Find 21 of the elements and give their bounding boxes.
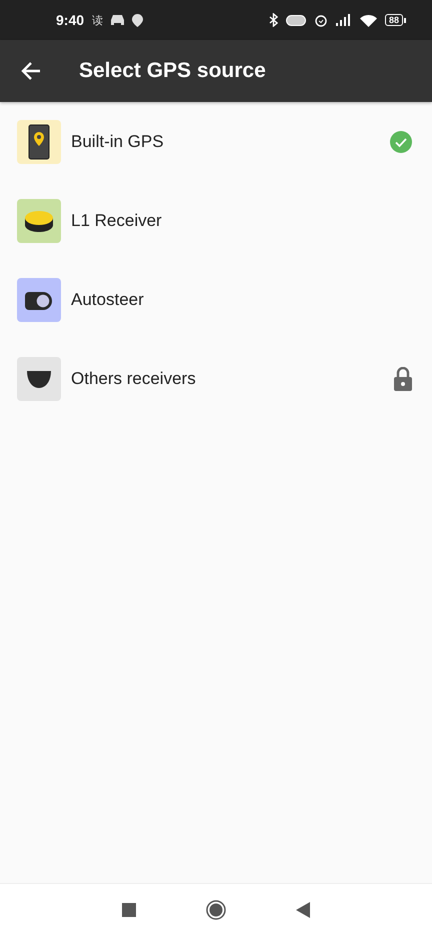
source-label[interactable]: Others receivers (71, 368, 394, 388)
toggle-icon (286, 14, 306, 26)
car-icon (111, 14, 124, 26)
back-nav-button[interactable] (296, 902, 310, 918)
notification-icon: 读 (92, 12, 104, 28)
phone-pin-icon (28, 124, 50, 160)
alarm-icon (314, 13, 328, 27)
source-label[interactable]: Autosteer (71, 290, 412, 310)
signal-icon (336, 14, 352, 26)
source-label[interactable]: L1 Receiver (71, 210, 412, 230)
wifi-icon (360, 14, 377, 26)
source-label[interactable]: Built-in GPS (71, 132, 390, 152)
location-badge-icon (132, 14, 144, 26)
receiver-dome-icon (25, 368, 53, 388)
battery-icon: 88 (384, 14, 406, 26)
screen-title: Select GPS source (79, 59, 266, 83)
bluetooth-icon (268, 13, 278, 27)
back-button[interactable] (20, 60, 42, 82)
receiver-icon (25, 208, 53, 232)
status-time: 9:40 (56, 12, 84, 28)
home-button[interactable] (206, 900, 226, 920)
